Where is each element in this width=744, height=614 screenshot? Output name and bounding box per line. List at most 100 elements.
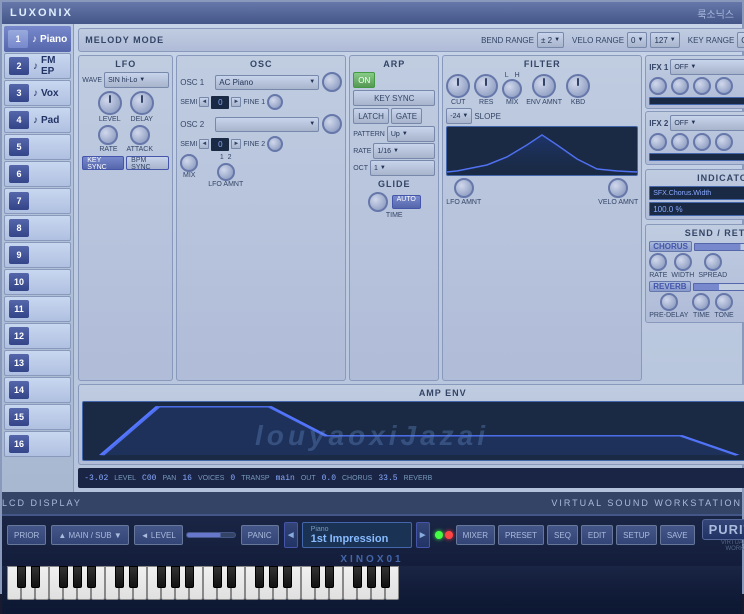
black-key[interactable] xyxy=(17,566,26,588)
lfo-attack-knob[interactable] xyxy=(130,125,150,145)
osc1-level-knob[interactable] xyxy=(322,72,342,92)
black-key[interactable] xyxy=(87,566,96,588)
panic-button[interactable]: PANIC xyxy=(241,525,279,545)
ifx2-knob4[interactable] xyxy=(715,133,733,151)
fine1-knob[interactable] xyxy=(267,94,283,110)
black-key[interactable] xyxy=(171,566,180,588)
preset-item[interactable]: 2 ♪FM EP xyxy=(4,53,71,79)
oct-dropdown[interactable]: 1 xyxy=(370,160,435,176)
bpm-sync-button[interactable]: BPM SYNC xyxy=(126,156,169,170)
ifx2-knob1[interactable] xyxy=(649,133,667,151)
preset-item[interactable]: 8 xyxy=(4,215,71,241)
preset-item[interactable]: 16 xyxy=(4,431,71,457)
lfo-rate-knob[interactable] xyxy=(98,125,118,145)
preset-item[interactable]: 13 xyxy=(4,350,71,376)
black-key[interactable] xyxy=(59,566,68,588)
pre-delay-knob[interactable] xyxy=(660,293,678,311)
glide-time-knob[interactable] xyxy=(368,192,388,212)
rate-dropdown[interactable]: 1/16 xyxy=(373,143,435,159)
black-key[interactable] xyxy=(31,566,40,588)
key-sync-button[interactable]: KEY SYNC xyxy=(82,156,124,170)
black-key[interactable] xyxy=(367,566,376,588)
level-button[interactable]: ◄ LEVEL xyxy=(134,525,183,545)
mixer-button[interactable]: MIXER xyxy=(456,525,495,545)
black-key[interactable] xyxy=(185,566,194,588)
velo-amnt-filter-knob[interactable] xyxy=(608,178,628,198)
level-slider[interactable] xyxy=(186,532,236,538)
chorus-rate-knob[interactable] xyxy=(649,253,667,271)
preset-item[interactable]: 1 ♪Piano xyxy=(4,26,71,52)
chorus-level-bar[interactable] xyxy=(694,243,744,251)
ifx1-knob3[interactable] xyxy=(693,77,711,95)
reverb-time-knob[interactable] xyxy=(692,293,710,311)
prior-button[interactable]: PRIOR xyxy=(7,525,46,545)
chorus-width-knob[interactable] xyxy=(674,253,692,271)
black-key[interactable] xyxy=(311,566,320,588)
arp-gate-button[interactable]: GATE xyxy=(391,108,422,124)
key-min-dropdown[interactable]: C -2 xyxy=(737,32,744,48)
semi2-inc[interactable]: ► xyxy=(231,139,241,149)
black-key[interactable] xyxy=(353,566,362,588)
cut-knob[interactable] xyxy=(446,74,470,98)
lfo-delay-knob[interactable] xyxy=(130,91,154,115)
preset-item[interactable]: 15 xyxy=(4,404,71,430)
mix-knob[interactable] xyxy=(180,154,198,172)
ifx2-knob2[interactable] xyxy=(671,133,689,151)
black-key[interactable] xyxy=(255,566,264,588)
lh-knob[interactable] xyxy=(502,79,522,99)
semi2-dec[interactable]: ◄ xyxy=(199,139,209,149)
setup-button[interactable]: SETUP xyxy=(616,525,657,545)
osc2-dropdown[interactable]: ▼ xyxy=(215,117,319,132)
kbd-knob[interactable] xyxy=(566,74,590,98)
reverb-tone-knob[interactable] xyxy=(715,293,733,311)
black-key[interactable] xyxy=(227,566,236,588)
auto-button[interactable]: AUTO xyxy=(392,195,421,209)
black-key[interactable] xyxy=(115,566,124,588)
seq-button[interactable]: SEQ xyxy=(547,525,578,545)
preset-item[interactable]: 3 ♪Vox xyxy=(4,80,71,106)
bend-range-dropdown[interactable]: ± 2 xyxy=(537,32,564,48)
preset-item[interactable]: 4 ♪Pad xyxy=(4,107,71,133)
ifx1-knob2[interactable] xyxy=(671,77,689,95)
preset-item[interactable]: 9 xyxy=(4,242,71,268)
save-button[interactable]: SAVE xyxy=(660,525,695,545)
main-sub-button[interactable]: ▲ MAIN / SUB ▼ xyxy=(51,525,128,545)
env-amnt-knob[interactable] xyxy=(532,74,556,98)
preset-item[interactable]: 10 xyxy=(4,269,71,295)
arp-keysync-button[interactable]: KEY SYNC xyxy=(353,90,435,106)
preset-item[interactable]: 14 xyxy=(4,377,71,403)
preset-item[interactable]: 12 xyxy=(4,323,71,349)
edit-button[interactable]: EDIT xyxy=(581,525,613,545)
preset-item[interactable]: 6 xyxy=(4,161,71,187)
ifx1-knob1[interactable] xyxy=(649,77,667,95)
ifx2-dropdown[interactable]: OFF xyxy=(670,115,744,131)
preset-item[interactable]: 11 xyxy=(4,296,71,322)
black-key[interactable] xyxy=(129,566,138,588)
ifx2-knob3[interactable] xyxy=(693,133,711,151)
res-knob[interactable] xyxy=(474,74,498,98)
arp-on-button[interactable]: ON xyxy=(353,72,375,88)
ifx1-dropdown[interactable]: OFF xyxy=(670,59,744,75)
velo-max-dropdown[interactable]: 127 xyxy=(650,32,679,48)
reverb-level-bar[interactable] xyxy=(693,283,744,291)
osc2-level-knob[interactable] xyxy=(322,114,342,134)
semi1-inc[interactable]: ► xyxy=(231,97,241,107)
chorus-spread-knob[interactable] xyxy=(704,253,722,271)
osc1-dropdown[interactable]: AC Piano▼ xyxy=(215,75,319,90)
next-button[interactable]: ► xyxy=(416,522,430,548)
wave-dropdown[interactable]: SIN hi-Lo xyxy=(104,72,169,88)
semi1-dec[interactable]: ◄ xyxy=(199,97,209,107)
lfo-level-knob[interactable] xyxy=(98,91,122,115)
lfo-amnt-filter-knob[interactable] xyxy=(454,178,474,198)
lfo-amnt-osc-knob[interactable] xyxy=(217,163,235,181)
pattern-dropdown[interactable]: Up xyxy=(387,126,435,142)
black-key[interactable] xyxy=(283,566,292,588)
slope-dropdown[interactable]: -24 xyxy=(446,108,472,124)
black-key[interactable] xyxy=(325,566,334,588)
arp-latch-button[interactable]: LATCH xyxy=(353,108,389,124)
black-key[interactable] xyxy=(157,566,166,588)
ifx1-knob4[interactable] xyxy=(715,77,733,95)
black-key[interactable] xyxy=(269,566,278,588)
prev-button[interactable]: ◄ xyxy=(284,522,298,548)
black-key[interactable] xyxy=(381,566,390,588)
